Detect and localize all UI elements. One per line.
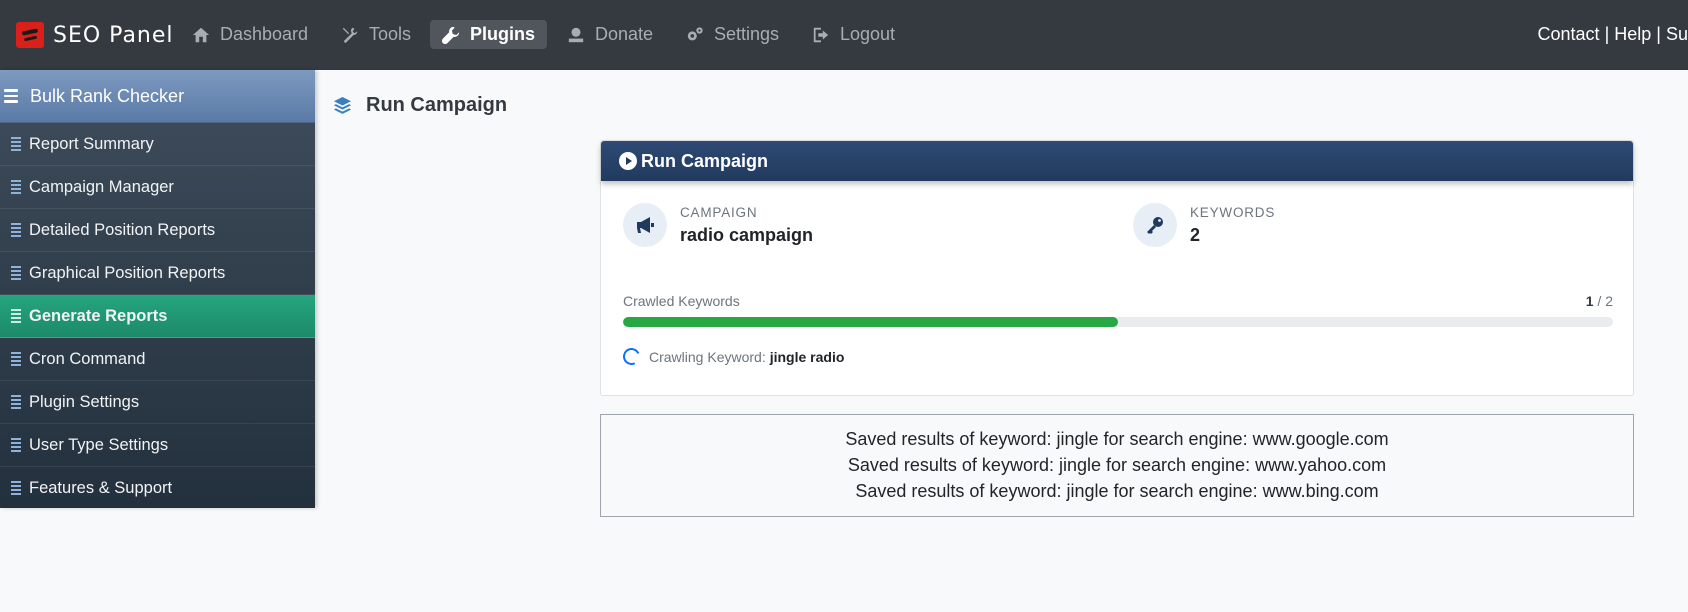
progress-done: 1 [1585,293,1594,309]
crawling-label: Crawling Keyword: [649,348,766,365]
list-icon [11,137,21,151]
card-header: Run Campaign [601,141,1633,181]
progress-fill [623,317,1118,327]
sidebar-item-label: Campaign Manager [29,177,174,196]
top-navbar: SEO Panel Dashboard Tools Plugins Donate… [0,0,1688,70]
brand[interactable]: SEO Panel [16,22,174,48]
card-title: Run Campaign [641,150,769,171]
sidebar: Bulk Rank Checker Report Summary Campaig… [0,70,315,510]
megaphone-icon [623,203,667,247]
list-icon [11,352,21,366]
sidebar-item-label: Cron Command [29,349,146,368]
contact-link[interactable]: Contact [1538,24,1600,44]
separator: | [1599,24,1615,44]
progress-label: Crawled Keywords [623,293,740,309]
nav-logout[interactable]: Logout [800,20,907,49]
campaign-label: CAMPAIGN [680,205,758,220]
menu-icon [4,89,18,103]
result-line: Saved results of keyword: jingle for sea… [855,481,1379,501]
progress-label-row: Crawled Keywords 1 / 2 [623,293,1613,309]
sidebar-item-detailed-position-reports[interactable]: Detailed Position Reports [0,209,315,252]
sidebar-item-generate-reports[interactable]: Generate Reports [0,295,315,338]
gears-icon [687,26,703,40]
tools-icon [342,27,358,43]
support-link[interactable]: Sup [1666,24,1688,44]
list-icon [11,223,21,237]
sidebar-item-campaign-manager[interactable]: Campaign Manager [0,166,315,209]
nav-label: Donate [595,24,654,44]
progress-count: 1 / 2 [1586,293,1613,309]
sidebar-item-label: Features & Support [29,478,173,497]
nav-donate[interactable]: Donate [555,20,665,49]
nav-label: Plugins [470,24,536,44]
list-icon [11,180,21,194]
sidebar-item-plugin-settings[interactable]: Plugin Settings [0,381,315,424]
keywords-count: 2 [1190,225,1201,245]
sidebar-header[interactable]: Bulk Rank Checker [0,70,315,123]
sidebar-item-label: User Type Settings [29,435,169,454]
sidebar-title: Bulk Rank Checker [30,85,185,106]
donate-icon [568,27,584,42]
sidebar-item-graphical-position-reports[interactable]: Graphical Position Reports [0,252,315,295]
sidebar-item-label: Plugin Settings [29,392,140,411]
keywords-label: KEYWORDS [1190,205,1276,220]
home-icon [192,27,210,42]
sidebar-item-label: Detailed Position Reports [29,220,216,239]
results-log: Saved results of keyword: jingle for sea… [600,414,1634,517]
nav-right-links: Contact | Help | Sup [1538,24,1688,45]
keywords-stat: KEYWORDS 2 [1133,203,1275,247]
run-campaign-card: Run Campaign CAMPAIGN radio campaign KEY… [600,140,1634,396]
progress-sep: / [1593,293,1606,309]
progress-total: 2 [1605,293,1613,309]
result-line: Saved results of keyword: jingle for sea… [847,455,1387,475]
seo-panel-logo [16,22,44,48]
nav-label: Logout [840,24,896,44]
list-icon [11,266,21,280]
sidebar-item-label: Graphical Position Reports [29,263,226,282]
page-title: Run Campaign [333,94,507,117]
page-title-text: Run Campaign [366,94,508,116]
crawling-keyword: jingle radio [769,348,845,365]
sidebar-item-features-support[interactable]: Features & Support [0,467,315,510]
brand-name: SEO Panel [53,22,174,48]
nav-tools[interactable]: Tools [329,20,423,49]
nav-dashboard[interactable]: Dashboard [180,20,320,49]
sidebar-item-user-type-settings[interactable]: User Type Settings [0,424,315,467]
nav-label: Tools [369,24,412,44]
sidebar-item-label: Generate Reports [29,306,168,325]
nav-label: Dashboard [220,24,309,44]
nav-label: Settings [714,24,780,44]
nav-settings[interactable]: Settings [674,20,791,49]
list-icon [11,438,21,452]
sidebar-item-report-summary[interactable]: Report Summary [0,123,315,166]
nav-plugins[interactable]: Plugins [430,20,548,49]
list-icon [11,309,21,323]
result-line: Saved results of keyword: jingle for sea… [845,429,1389,449]
crawling-status: Crawling Keyword: jingle radio [620,345,845,368]
help-link[interactable]: Help [1614,24,1651,44]
key-icon [1133,203,1177,247]
campaign-stat: CAMPAIGN radio campaign [623,203,813,247]
campaign-name: radio campaign [680,225,814,245]
sidebar-item-cron-command[interactable]: Cron Command [0,338,315,381]
wrench-icon [442,26,460,44]
progress-bar [623,317,1613,327]
list-icon [11,481,21,495]
list-icon [11,395,21,409]
sidebar-item-label: Report Summary [29,134,154,153]
play-circle-icon [619,152,637,170]
logout-icon [813,27,829,42]
spinner-icon [620,345,643,368]
layers-icon [333,96,352,114]
separator: | [1651,24,1666,44]
